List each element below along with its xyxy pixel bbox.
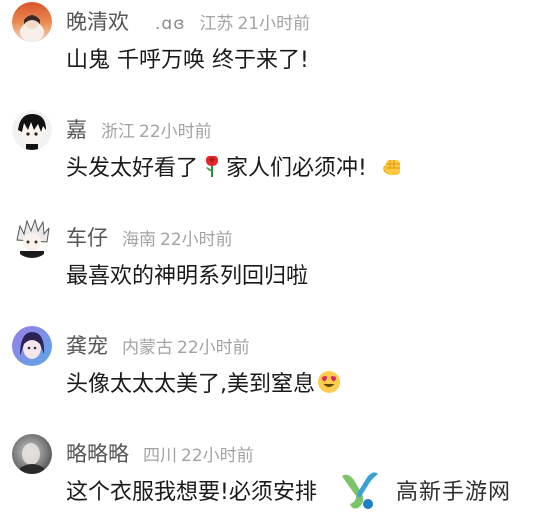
username[interactable]: 车仔 — [66, 222, 108, 252]
timestamp: 22小时前 — [160, 230, 233, 250]
comment-text-content: 家人们必须冲! — [226, 156, 367, 181]
timestamp: 21小时前 — [237, 14, 311, 34]
avatar[interactable] — [12, 2, 52, 42]
avatar-dark-photo-icon — [12, 434, 52, 474]
comment-text-content: 最喜欢的神明系列回归啦 — [66, 264, 309, 289]
location-label: 江苏 — [199, 14, 234, 34]
comment-text-content: 头发太好看了 — [66, 156, 199, 181]
avatar-anime-boy-icon — [12, 110, 52, 150]
comment-text: 这个衣服我想要!必须安排 — [66, 474, 317, 506]
username[interactable]: 嘉 — [66, 114, 87, 144]
gaoxin-logo-icon — [334, 464, 386, 516]
location-label: 四川 — [143, 446, 177, 466]
comment-text-content: 这个衣服我想要!必须安排 — [66, 480, 317, 505]
comment-text: 山鬼 千呼万唤 终于来了! — [66, 42, 309, 74]
username-suffix: .ɑɞ — [155, 14, 186, 34]
username[interactable]: 龚宠 — [66, 330, 108, 360]
avatar[interactable] — [12, 326, 52, 366]
timestamp: 22小时前 — [181, 446, 254, 466]
watermark-text: 高新手游网 — [396, 480, 512, 505]
timestamp: 22小时前 — [139, 122, 212, 142]
comment-text-content: 山鬼 千呼万唤 终于来了! — [66, 48, 309, 73]
location-label: 内蒙古 — [122, 338, 173, 358]
comment-text-content: 头像太太太美了,美到窒息 — [66, 372, 315, 397]
avatar-anime-white-hair-icon — [12, 218, 52, 258]
avatar-sunset-portrait-icon — [12, 2, 52, 42]
heart-eyes-icon — [317, 370, 341, 394]
raised-fist-icon — [381, 154, 405, 178]
avatar[interactable] — [12, 218, 52, 258]
site-watermark: 高新手游网 — [326, 462, 540, 518]
username[interactable]: 略略略 — [66, 438, 129, 468]
comment-text: 头像太太太美了,美到窒息 — [66, 366, 343, 398]
avatar-purple-girl-icon — [12, 326, 52, 366]
location-label: 海南 — [122, 230, 156, 250]
rose-icon — [200, 154, 224, 178]
username[interactable]: 晚清欢 — [66, 6, 129, 36]
comment-text: 最喜欢的神明系列回归啦 — [66, 258, 308, 290]
location-label: 浙江 — [101, 122, 135, 142]
comment-text: 头发太好看了 家人们必须冲! — [66, 150, 407, 182]
avatar[interactable] — [12, 110, 52, 150]
timestamp: 22小时前 — [177, 338, 250, 358]
avatar[interactable] — [12, 434, 52, 474]
